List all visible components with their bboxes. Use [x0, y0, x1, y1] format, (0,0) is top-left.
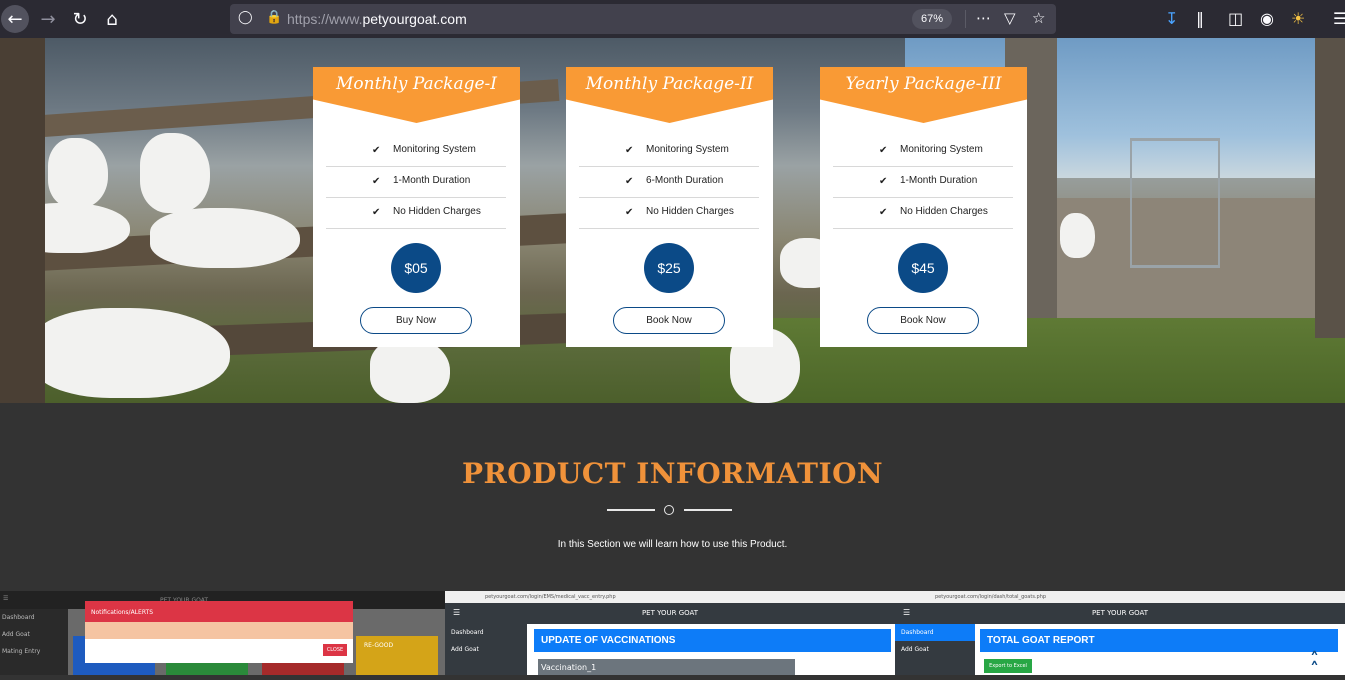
screenshot-goat-report[interactable]: petyourgoat.com/login/dash/total_goats.p…	[895, 591, 1345, 675]
pricing-hero: Monthly Package-I ✔ Monitoring System ✔ 1-…	[0, 38, 1345, 403]
back-icon[interactable]: ←	[1, 5, 29, 33]
mini-sidebar: Dashboard Add Goat	[445, 624, 527, 675]
mini-navbar: ☰ PET YOUR GOAT	[895, 603, 1345, 624]
check-icon: ✔	[372, 207, 381, 218]
menu-icon: ☰	[3, 595, 9, 602]
screenshot-vaccinations[interactable]: petyourgoat.com/login/EMS/medical_vacc_e…	[445, 591, 895, 675]
hero-fence-post	[0, 38, 45, 403]
goat-image	[370, 338, 450, 403]
goat-image	[30, 308, 230, 398]
package-feature: ✔ No Hidden Charges	[326, 198, 506, 229]
check-icon: ✔	[879, 145, 888, 156]
package-feature: ✔ No Hidden Charges	[833, 198, 1013, 229]
check-icon: ✔	[625, 207, 634, 218]
package-card-monthly-1: Monthly Package-I ✔ Monitoring System ✔ 1-…	[313, 67, 520, 347]
package-feature: ✔ 6-Month Duration	[579, 167, 759, 198]
mini-page-header: UPDATE OF VACCINATIONS	[534, 629, 891, 652]
goat-image	[48, 138, 108, 208]
section-subtitle: In this Section we will learn how to use…	[557, 539, 788, 550]
book-now-button[interactable]: Book Now	[613, 307, 725, 334]
package-title: Monthly Package-I	[336, 74, 497, 94]
package-price: $45	[898, 243, 948, 293]
sidebar-icon[interactable]: ◫	[1228, 9, 1243, 28]
hero-fence-post	[1315, 38, 1345, 338]
reload-icon[interactable]: ↻	[66, 5, 94, 33]
browser-toolbar: ← → ↻ ⌂ ◯ 🔒 https://www.petyourgoat.com …	[0, 0, 1345, 38]
goat-image	[140, 133, 210, 213]
buy-now-button[interactable]: Buy Now	[360, 307, 472, 334]
mini-url-bar: petyourgoat.com/login/dash/total_goats.p…	[895, 591, 1345, 603]
package-title: Monthly Package-II	[585, 74, 754, 94]
library-icon[interactable]: ‖	[1196, 9, 1204, 28]
mini-export-button: Export to Excel	[984, 659, 1032, 673]
section-title: PRODUCT INFORMATION	[461, 457, 884, 490]
check-icon: ✔	[625, 176, 634, 187]
mini-vaccination-field: Vaccination_1	[538, 659, 795, 675]
check-icon: ✔	[879, 207, 888, 218]
star-icon[interactable]: ☆	[1032, 9, 1045, 27]
mini-url-bar: petyourgoat.com/login/EMS/medical_vacc_e…	[445, 591, 895, 603]
shield-icon[interactable]: ◯	[238, 10, 254, 28]
package-feature: ✔ Monitoring System	[326, 136, 506, 167]
package-title: Yearly Package-III	[845, 74, 1002, 94]
sun-icon[interactable]: ☀	[1291, 9, 1305, 28]
book-now-button[interactable]: Book Now	[867, 307, 979, 334]
account-icon[interactable]: ◉	[1260, 9, 1274, 28]
notification-modal: Notifications/ALERTS CLOSE	[85, 601, 353, 663]
home-icon[interactable]: ⌂	[98, 5, 126, 33]
package-feature: ✔ 1-Month Duration	[326, 167, 506, 198]
package-feature: ✔ No Hidden Charges	[579, 198, 759, 229]
forward-icon[interactable]: →	[34, 5, 62, 33]
url-bar[interactable]: ◯ 🔒 https://www.petyourgoat.com 67% ⋯ ▽ …	[230, 4, 1056, 34]
package-card-monthly-2: Monthly Package-II ✔ Monitoring System ✔ 6…	[566, 67, 773, 347]
mini-sidebar: Dashboard Add Goat Mating Entry	[0, 609, 68, 675]
product-information-section: PRODUCT INFORMATION In this Section we w…	[0, 403, 1345, 591]
url-separator	[965, 10, 966, 28]
url-text[interactable]: https://www.petyourgoat.com	[287, 11, 467, 27]
download-icon[interactable]: ↧	[1165, 9, 1178, 28]
goat-image	[150, 208, 300, 268]
pocket-icon[interactable]: ▽	[1004, 9, 1016, 27]
modal-body	[85, 622, 353, 639]
product-screenshots: ☰ PET YOUR GOAT Dashboard Add Goat Matin…	[0, 591, 1345, 675]
mini-sidebar: Dashboard Add Goat	[895, 624, 975, 675]
hero-gate	[1130, 138, 1220, 268]
check-icon: ✔	[372, 176, 381, 187]
menu-icon[interactable]: ☰	[1333, 9, 1345, 28]
package-feature: ✔ 1-Month Duration	[833, 167, 1013, 198]
package-feature: ✔ Monitoring System	[833, 136, 1013, 167]
scroll-to-top-icon[interactable]: ˄ ˄	[1310, 651, 1332, 679]
check-icon: ✔	[372, 145, 381, 156]
lock-icon[interactable]: 🔒	[266, 10, 282, 25]
mini-tile: RE-GOOD	[356, 636, 438, 675]
goat-image	[1060, 213, 1095, 258]
modal-close-button[interactable]: CLOSE	[323, 644, 347, 656]
zoom-level-badge[interactable]: 67%	[912, 9, 952, 29]
package-price: $05	[391, 243, 441, 293]
check-icon: ✔	[625, 145, 634, 156]
package-card-yearly-3: Yearly Package-III ✔ Monitoring System ✔ 1…	[820, 67, 1027, 347]
title-divider	[684, 509, 732, 511]
package-feature: ✔ Monitoring System	[579, 136, 759, 167]
title-divider	[607, 509, 655, 511]
mini-navbar: ☰ PET YOUR GOAT	[445, 603, 895, 624]
package-price: $25	[644, 243, 694, 293]
check-icon: ✔	[879, 176, 888, 187]
screenshot-notifications[interactable]: ☰ PET YOUR GOAT Dashboard Add Goat Matin…	[0, 591, 445, 675]
modal-title: Notifications/ALERTS	[85, 601, 353, 622]
mini-page-header: TOTAL GOAT REPORT	[980, 629, 1338, 652]
title-divider-dot	[664, 505, 674, 515]
more-icon[interactable]: ⋯	[976, 9, 991, 27]
